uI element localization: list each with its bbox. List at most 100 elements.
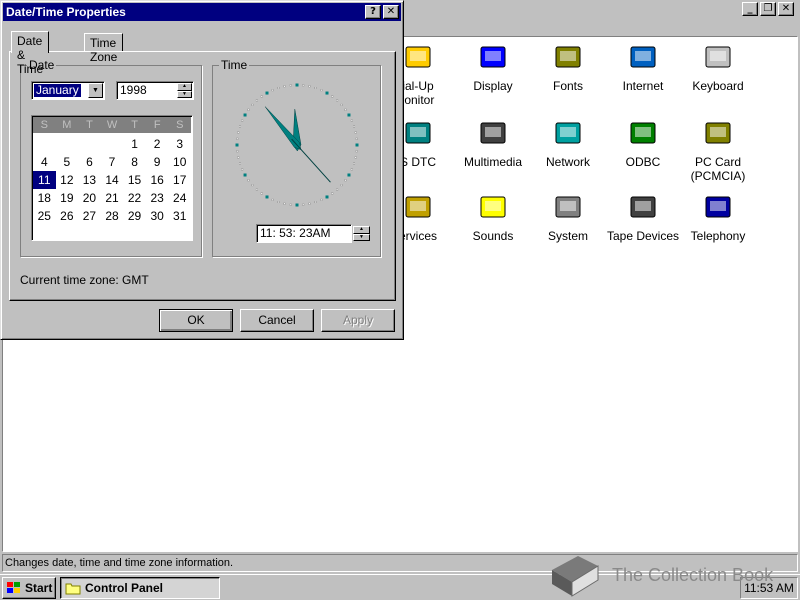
book-icon: [552, 556, 599, 597]
clock-minute-mark: [277, 86, 280, 89]
modem-icon: [401, 41, 435, 75]
calendar-day[interactable]: 26: [56, 207, 79, 225]
clock-minute-mark: [255, 188, 258, 191]
clock-minute-mark: [236, 137, 239, 140]
clock-minute-mark: [238, 162, 241, 165]
tab-date-time[interactable]: Date & Time: [11, 31, 50, 76]
weekday-label: T: [131, 119, 138, 131]
time-down-arrow-icon[interactable]: ▼: [353, 233, 370, 241]
apply-button[interactable]: Apply: [321, 309, 395, 332]
calendar-day[interactable]: 18: [33, 189, 56, 207]
calendar-day[interactable]: 7: [101, 153, 124, 171]
calendar-day[interactable]: 14: [101, 171, 124, 189]
clock-minute-mark: [350, 119, 353, 122]
calendar-day[interactable]: 10: [168, 153, 191, 171]
tab-time-zone[interactable]: Time Zone: [84, 33, 124, 64]
calendar-day[interactable]: 9: [146, 153, 169, 171]
task-label: Control Panel: [85, 581, 164, 595]
clock-minute-mark: [314, 201, 317, 204]
calendar-day[interactable]: 15: [123, 171, 146, 189]
close-dialog-button[interactable]: ✕: [383, 5, 399, 19]
network-icon: [551, 117, 585, 151]
cancel-button[interactable]: Cancel: [240, 309, 314, 332]
restore-button[interactable]: ❐: [760, 2, 776, 16]
year-up-arrow-icon[interactable]: ▲: [177, 83, 192, 91]
ok-button[interactable]: OK: [159, 309, 233, 332]
time-up-arrow-icon[interactable]: ▲: [353, 226, 370, 234]
month-dropdown[interactable]: January ▼: [31, 81, 105, 100]
calendar-day[interactable]: 20: [78, 189, 101, 207]
calendar-blank: [56, 135, 79, 153]
calendar-day[interactable]: 22: [123, 189, 146, 207]
clock-minute-mark: [251, 184, 254, 187]
dialog-title-bar[interactable]: Date/Time Properties ? ✕: [3, 3, 401, 21]
clock-hour-mark: [325, 195, 329, 199]
clock-minute-mark: [340, 184, 343, 187]
time-group-label: Time: [219, 58, 250, 72]
time-stepper[interactable]: 11: 53: 23AM ▲ ▼: [256, 224, 370, 243]
minimize-button[interactable]: _: [742, 2, 758, 16]
date-time-dialog: Date/Time Properties ? ✕ Date & Time Tim…: [0, 0, 404, 340]
clock-minute-mark: [320, 198, 323, 201]
clock-minute-mark: [320, 89, 323, 92]
cp-item-keyboard[interactable]: Keyboard: [673, 41, 763, 93]
clock-minute-mark: [331, 95, 334, 98]
clock-minute-mark: [241, 119, 244, 122]
month-value: January: [34, 83, 81, 97]
chevron-down-icon[interactable]: ▼: [88, 83, 103, 98]
clock-minute-mark: [314, 86, 317, 89]
calendar-day[interactable]: 19: [56, 189, 79, 207]
calendar-day[interactable]: 25: [33, 207, 56, 225]
calendar-day[interactable]: 4: [33, 153, 56, 171]
taskbar-control-panel[interactable]: Control Panel: [60, 577, 220, 599]
clock-minute-mark: [344, 108, 347, 111]
calendar-day[interactable]: 24: [168, 189, 191, 207]
year-stepper[interactable]: 1998 ▲ ▼: [116, 81, 194, 100]
clock-minute-mark: [271, 89, 274, 92]
calendar-day[interactable]: 29: [123, 207, 146, 225]
pc-card-icon: [701, 117, 735, 151]
calendar-day[interactable]: 23: [146, 189, 169, 207]
calendar-day[interactable]: 6: [78, 153, 101, 171]
clock-minute-mark: [236, 150, 239, 153]
start-button[interactable]: Start: [2, 577, 56, 599]
calendar-day[interactable]: 31: [168, 207, 191, 225]
clock-minute-mark: [277, 201, 280, 204]
close-button[interactable]: ✕: [778, 2, 794, 16]
calendar-day[interactable]: 2: [146, 135, 169, 153]
clock-minute-mark: [355, 137, 358, 140]
dtc-icon: [401, 117, 435, 151]
calendar-day[interactable]: 3: [168, 135, 191, 153]
year-down-arrow-icon[interactable]: ▼: [177, 90, 192, 98]
calendar-day[interactable]: 30: [146, 207, 169, 225]
weekday-label: S: [40, 119, 48, 131]
calendar-day[interactable]: 5: [56, 153, 79, 171]
calendar-day[interactable]: 11: [33, 171, 56, 189]
services-icon: [401, 191, 435, 225]
multimedia-icon: [476, 117, 510, 151]
calendar-day[interactable]: 28: [101, 207, 124, 225]
year-value: 1998: [120, 83, 147, 97]
telephony-icon: [701, 191, 735, 225]
clock-minute-mark: [237, 131, 240, 134]
cp-item-pc-card[interactable]: PC Card (PCMCIA): [673, 117, 763, 183]
calendar-day[interactable]: 27: [78, 207, 101, 225]
calendar-day[interactable]: 13: [78, 171, 101, 189]
calendar-day[interactable]: 1: [123, 135, 146, 153]
cp-item-label: PC Card: [694, 155, 741, 169]
clock-minute-mark: [283, 85, 286, 88]
sounds-icon: [476, 191, 510, 225]
clock-minute-mark: [237, 156, 240, 159]
calendar-day[interactable]: 16: [146, 171, 169, 189]
calendar-day[interactable]: 21: [101, 189, 124, 207]
weekday-label: M: [62, 119, 72, 131]
weekday-label: S: [176, 119, 184, 131]
clock-minute-mark: [308, 202, 311, 205]
cp-item-telephony[interactable]: Telephony: [673, 191, 763, 243]
help-button[interactable]: ?: [365, 5, 381, 19]
calendar-day[interactable]: 8: [123, 153, 146, 171]
clock-minute-mark: [340, 103, 343, 106]
calendar-day[interactable]: 17: [168, 171, 191, 189]
clock-minute-mark: [344, 179, 347, 182]
calendar-day[interactable]: 12: [56, 171, 79, 189]
